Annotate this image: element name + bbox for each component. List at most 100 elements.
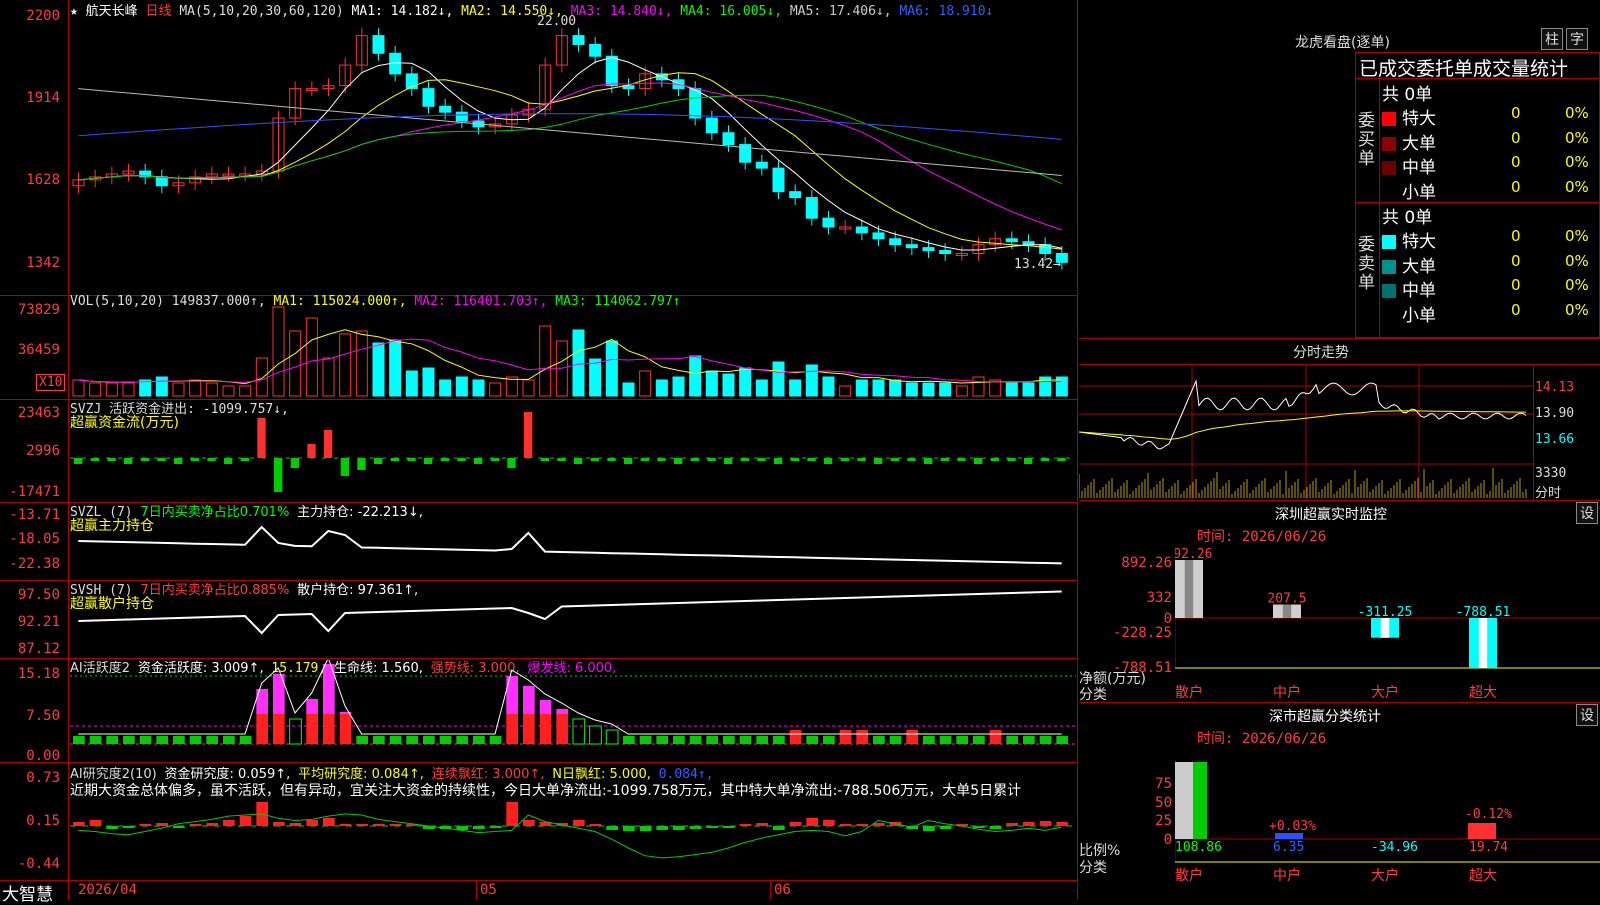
research-bar xyxy=(789,822,802,826)
volume-bar xyxy=(755,379,768,397)
research-bar xyxy=(856,824,868,826)
sell-label: 大单 xyxy=(1402,256,1436,277)
price-chart[interactable] xyxy=(70,0,1076,295)
volume-bar xyxy=(789,379,802,397)
ai2-bar xyxy=(73,736,85,744)
main-chart-area[interactable]: ★ 航天长峰 日线 MA(5,10,20,30,60,120) MA1: 14.… xyxy=(0,0,1078,905)
volume-bar xyxy=(639,370,652,397)
ai2-bar xyxy=(589,725,602,745)
volume-bar xyxy=(405,370,418,397)
x-tick-1: 2026/04 xyxy=(78,882,138,898)
svzj-bar xyxy=(107,458,116,461)
volume-bar xyxy=(605,340,618,397)
svsh-tick-1: 97.50 xyxy=(17,587,60,603)
research-bar xyxy=(623,826,635,831)
ai2-bar xyxy=(873,736,885,744)
sell-count: 0 xyxy=(1511,276,1521,294)
svzj-chart[interactable] xyxy=(70,400,1076,502)
buy-count: 0 xyxy=(1511,128,1521,147)
ai2-bar xyxy=(339,714,352,744)
svzj-bar xyxy=(174,458,183,464)
sz-settings-button[interactable]: 设 xyxy=(1576,502,1598,524)
price-tick-3: 1628 xyxy=(26,172,60,188)
svsh-tick-3: 87.12 xyxy=(17,641,60,657)
sz-category: 中户 xyxy=(1273,685,1301,701)
svzl-chart[interactable] xyxy=(70,503,1076,580)
volume-bar xyxy=(455,376,468,397)
sz-tick-1: 892.26 xyxy=(1121,555,1172,571)
text-view-button[interactable]: 字 xyxy=(1566,28,1588,50)
ai2-bar xyxy=(806,736,818,744)
volume-bar xyxy=(155,376,168,397)
svzj-bar xyxy=(640,458,649,461)
buy-pct: 0% xyxy=(1565,153,1589,171)
volume-bar xyxy=(339,333,352,397)
ai2-bar xyxy=(206,736,218,744)
sell-row: 特大 xyxy=(1382,227,1436,252)
svzj-bar xyxy=(757,458,766,461)
research-bar xyxy=(306,820,318,826)
research-bar xyxy=(656,826,668,830)
svzj-bar xyxy=(157,458,166,461)
research-bar xyxy=(389,824,402,826)
ai2-bar xyxy=(239,736,252,744)
svzj-bar xyxy=(990,458,999,461)
ai2-bar xyxy=(706,736,718,744)
volume-bar xyxy=(289,330,302,397)
buy-label: 小单 xyxy=(1402,182,1436,203)
ai2-tick-2: 7.50 xyxy=(26,708,60,724)
volume-bar xyxy=(422,367,435,397)
svzj-tick-1: 23463 xyxy=(17,405,60,421)
research-bar xyxy=(939,826,952,829)
ai2-bar xyxy=(623,736,635,744)
volume-bar xyxy=(772,361,785,397)
research-chart[interactable] xyxy=(70,798,1076,880)
intraday-chart[interactable] xyxy=(1079,364,1533,500)
research-bar xyxy=(639,826,652,831)
sell-total: 共 0单 xyxy=(1382,208,1433,228)
candle xyxy=(922,247,935,252)
svzj-bar xyxy=(590,458,599,461)
intraday-title: 分时走势 xyxy=(1293,345,1349,361)
sz-bar-highlight xyxy=(1478,618,1488,668)
research-bar xyxy=(456,826,468,830)
svzj-bar xyxy=(524,412,533,458)
svsh-chart[interactable] xyxy=(70,581,1076,658)
cls-bar-super xyxy=(1468,823,1496,839)
ai2-bar xyxy=(1056,736,1068,744)
research-bar xyxy=(589,824,602,826)
candle xyxy=(889,238,902,246)
vol-tick-2: 36459 xyxy=(17,342,60,358)
svzj-bar xyxy=(1057,458,1066,461)
svzj-bar xyxy=(290,458,299,468)
sell-label: 特大 xyxy=(1402,232,1436,252)
candle xyxy=(789,191,802,199)
ai-activity-chart[interactable] xyxy=(70,660,1076,762)
cls-settings-button[interactable]: 设 xyxy=(1576,704,1598,726)
sell-side-label: 委卖单 xyxy=(1358,235,1375,293)
volume-chart[interactable] xyxy=(70,300,1076,398)
volume-bar xyxy=(172,382,185,397)
buy-pct: 0% xyxy=(1565,104,1589,122)
svzj-bar xyxy=(974,458,983,464)
research-bar xyxy=(239,816,252,826)
buy-row: 特大 xyxy=(1382,104,1436,129)
x-tick-2: 05 xyxy=(480,882,497,898)
sell-pct: 0% xyxy=(1565,300,1589,319)
sell-pct: 0% xyxy=(1565,227,1589,245)
sell-swatch xyxy=(1382,308,1396,323)
ai2-bar xyxy=(856,730,868,744)
sz-monitor-chart[interactable]: 892.26 207.5 -311.25 -788.51 xyxy=(1175,548,1600,688)
svzj-bar xyxy=(424,458,433,464)
ai2-bar xyxy=(539,714,552,744)
ai2-bar xyxy=(723,736,735,744)
volume-bar xyxy=(1022,382,1035,397)
bar-view-button[interactable]: 柱 xyxy=(1541,28,1563,50)
svzj-bar xyxy=(1040,458,1049,461)
sell-count: 0 xyxy=(1511,251,1521,270)
svzj-bar xyxy=(324,430,333,458)
ai2-bar xyxy=(973,736,985,744)
buy-row: 大单 xyxy=(1382,129,1436,154)
svzj-bar xyxy=(90,458,99,461)
ai2-bar xyxy=(523,714,535,744)
